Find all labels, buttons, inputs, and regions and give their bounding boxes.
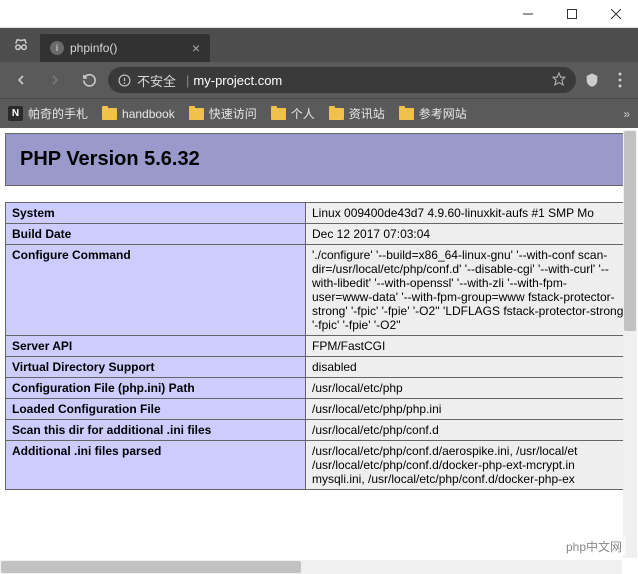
table-value: /usr/local/etc/php/conf.d	[306, 420, 633, 441]
table-row: Server APIFPM/FastCGI	[6, 336, 633, 357]
bookmark-folder[interactable]: 快速访问	[189, 105, 257, 122]
horizontal-scrollbar[interactable]	[0, 560, 622, 574]
folder-icon	[102, 106, 117, 121]
phpinfo-header: PHP Version 5.6.32	[5, 133, 633, 186]
bookmark-folder[interactable]: 个人	[271, 105, 315, 122]
tab-favicon: i	[50, 41, 64, 55]
folder-icon	[271, 106, 286, 121]
tab-close-button[interactable]: ×	[192, 40, 200, 56]
folder-icon	[399, 106, 414, 121]
table-key: Scan this dir for additional .ini files	[6, 420, 306, 441]
url-text: my-project.com	[193, 73, 282, 88]
table-row: Virtual Directory Supportdisabled	[6, 357, 633, 378]
bookmark-label: 帕奇的手札	[28, 105, 88, 122]
phpinfo-table: SystemLinux 009400de43d7 4.9.60-linuxkit…	[5, 202, 633, 490]
minimize-button[interactable]	[506, 0, 550, 28]
security-label: 不安全	[137, 71, 176, 90]
bookmark-folder[interactable]: 参考网站	[399, 105, 467, 122]
table-key: Server API	[6, 336, 306, 357]
vertical-scrollbar[interactable]	[623, 130, 637, 558]
table-row: Scan this dir for additional .ini files/…	[6, 420, 633, 441]
table-key: System	[6, 203, 306, 224]
table-value: /usr/local/etc/php/php.ini	[306, 399, 633, 420]
bookmark-folder[interactable]: 资讯站	[329, 105, 385, 122]
window-controls	[0, 0, 638, 28]
table-key: Virtual Directory Support	[6, 357, 306, 378]
bookmark-label: 快速访问	[209, 105, 257, 122]
maximize-button[interactable]	[550, 0, 594, 28]
table-key: Build Date	[6, 224, 306, 245]
table-key: Configuration File (php.ini) Path	[6, 378, 306, 399]
reload-button[interactable]	[74, 65, 104, 95]
bookmark-folder[interactable]: handbook	[102, 106, 175, 121]
table-row: Configuration File (php.ini) Path/usr/lo…	[6, 378, 633, 399]
tab-title: phpinfo()	[70, 41, 184, 55]
table-value: Dec 12 2017 07:03:04	[306, 224, 633, 245]
table-key: Additional .ini files parsed	[6, 441, 306, 490]
table-value: FPM/FastCGI	[306, 336, 633, 357]
close-window-button[interactable]	[594, 0, 638, 28]
bookmark-label: 参考网站	[419, 105, 467, 122]
table-value: disabled	[306, 357, 633, 378]
folder-icon	[329, 106, 344, 121]
insecure-icon	[118, 74, 131, 87]
site-icon: N	[8, 106, 23, 121]
php-version-title: PHP Version 5.6.32	[20, 148, 618, 171]
table-row: Loaded Configuration File/usr/local/etc/…	[6, 399, 633, 420]
bookmarks-overflow-button[interactable]: »	[623, 107, 630, 121]
bookmark-item[interactable]: N 帕奇的手札	[8, 105, 88, 122]
folder-icon	[189, 106, 204, 121]
incognito-indicator-icon[interactable]	[580, 65, 604, 95]
address-bar: 不安全 | my-project.com	[0, 62, 638, 98]
table-row: Configure Command'./configure' '--build=…	[6, 245, 633, 336]
table-value: /usr/local/etc/php	[306, 378, 633, 399]
url-separator: |	[186, 73, 189, 88]
table-value: Linux 009400de43d7 4.9.60-linuxkit-aufs …	[306, 203, 633, 224]
url-input[interactable]: 不安全 | my-project.com	[108, 67, 576, 93]
bookmark-label: 资讯站	[349, 105, 385, 122]
browser-tab[interactable]: i phpinfo() ×	[40, 34, 210, 62]
table-row: SystemLinux 009400de43d7 4.9.60-linuxkit…	[6, 203, 633, 224]
page-content: PHP Version 5.6.32 SystemLinux 009400de4…	[0, 128, 638, 574]
incognito-icon	[6, 28, 36, 62]
table-row: Build DateDec 12 2017 07:03:04	[6, 224, 633, 245]
scrollbar-thumb[interactable]	[624, 131, 636, 331]
scrollbar-thumb[interactable]	[1, 561, 301, 573]
table-key: Loaded Configuration File	[6, 399, 306, 420]
table-key: Configure Command	[6, 245, 306, 336]
table-value: './configure' '--build=x86_64-linux-gnu'…	[306, 245, 633, 336]
bookmarks-bar: N 帕奇的手札 handbook 快速访问 个人 资讯站 参考网站 »	[0, 98, 638, 128]
back-button[interactable]	[6, 65, 36, 95]
tab-bar: i phpinfo() ×	[0, 28, 638, 62]
forward-button[interactable]	[40, 65, 70, 95]
bookmark-star-icon[interactable]	[552, 72, 566, 89]
menu-button[interactable]	[608, 65, 632, 95]
bookmark-label: 个人	[291, 105, 315, 122]
table-row: Additional .ini files parsed/usr/local/e…	[6, 441, 633, 490]
table-value: /usr/local/etc/php/conf.d/aerospike.ini,…	[306, 441, 633, 490]
bookmark-label: handbook	[122, 107, 175, 121]
